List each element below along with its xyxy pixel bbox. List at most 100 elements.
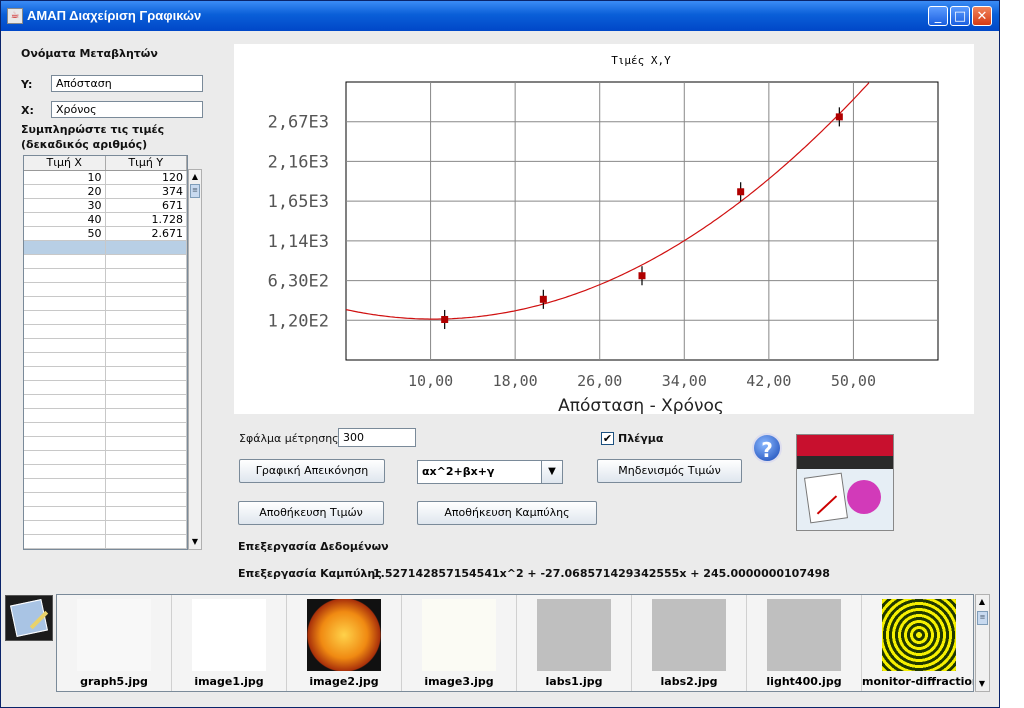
- table-row[interactable]: [24, 255, 187, 269]
- scroll-up-arrow-icon[interactable]: ▲: [189, 170, 201, 184]
- table-row[interactable]: [24, 297, 187, 311]
- table-row[interactable]: [24, 535, 187, 549]
- save-values-button[interactable]: Αποθήκευση Τιμών: [238, 501, 384, 525]
- title-bar[interactable]: ☕ AMAΠ Διαχείριση Γραφικών _ □ ✕: [1, 1, 999, 31]
- cell-x[interactable]: [24, 451, 106, 464]
- scroll-thumb[interactable]: ≡: [190, 184, 200, 198]
- cell-x[interactable]: [24, 423, 106, 436]
- grid-checkbox[interactable]: ✔: [601, 432, 614, 445]
- cell-y[interactable]: 1.728: [106, 213, 187, 226]
- cell-y[interactable]: [106, 325, 187, 338]
- cell-y[interactable]: [106, 535, 187, 548]
- cell-x[interactable]: 40: [24, 213, 106, 226]
- cell-y[interactable]: [106, 381, 187, 394]
- thumbnail-item[interactable]: labs1.jpg: [517, 595, 632, 691]
- cell-y[interactable]: [106, 269, 187, 282]
- table-row[interactable]: [24, 437, 187, 451]
- fit-type-select[interactable]: αx^2+βx+γ ▼: [417, 460, 563, 484]
- cell-x[interactable]: 30: [24, 199, 106, 212]
- table-scrollbar[interactable]: ▲ ≡ ▼: [188, 169, 202, 550]
- reset-values-button[interactable]: Μηδενισμός Τιμών: [597, 459, 742, 483]
- cell-x[interactable]: [24, 493, 106, 506]
- cell-x[interactable]: 10: [24, 171, 106, 184]
- thumbnail-image[interactable]: [537, 599, 611, 671]
- table-row[interactable]: 50 2.671: [24, 227, 187, 241]
- thumbnail-image[interactable]: [767, 599, 841, 671]
- table-row[interactable]: [24, 367, 187, 381]
- close-button[interactable]: ✕: [972, 6, 992, 26]
- table-row[interactable]: [24, 423, 187, 437]
- thumbnail-item[interactable]: monitor-diffraction...: [862, 595, 973, 691]
- table-row[interactable]: [24, 521, 187, 535]
- table-row[interactable]: [24, 381, 187, 395]
- cell-x[interactable]: [24, 297, 106, 310]
- cell-x[interactable]: [24, 269, 106, 282]
- table-row[interactable]: [24, 549, 187, 550]
- cell-x[interactable]: [24, 241, 106, 254]
- cell-y[interactable]: 671: [106, 199, 187, 212]
- table-row[interactable]: [24, 325, 187, 339]
- table-row[interactable]: [24, 241, 187, 255]
- cell-y[interactable]: [106, 339, 187, 352]
- cell-x[interactable]: [24, 381, 106, 394]
- thumbnail-image[interactable]: [882, 599, 956, 671]
- values-table[interactable]: Τιμή X Τιμή Y 10 120 20 374 30 671 40 1.728 50 2.…: [23, 155, 188, 550]
- cell-y[interactable]: 374: [106, 185, 187, 198]
- table-row[interactable]: 30 671: [24, 199, 187, 213]
- cell-y[interactable]: [106, 465, 187, 478]
- cell-y[interactable]: [106, 423, 187, 436]
- scroll-down-arrow-icon[interactable]: ▼: [976, 677, 988, 691]
- cell-x[interactable]: [24, 325, 106, 338]
- minimize-button[interactable]: _: [928, 6, 948, 26]
- maximize-button[interactable]: □: [950, 6, 970, 26]
- thumbnail-image[interactable]: [77, 599, 151, 671]
- cell-y[interactable]: [106, 409, 187, 422]
- table-row[interactable]: [24, 507, 187, 521]
- table-row[interactable]: [24, 311, 187, 325]
- cell-y[interactable]: [106, 241, 187, 254]
- plot-button[interactable]: Γραφική Απεικόνηση: [239, 459, 385, 483]
- x-variable-input[interactable]: Χρόνος: [51, 101, 203, 118]
- table-row[interactable]: [24, 339, 187, 353]
- cell-x[interactable]: [24, 479, 106, 492]
- cell-y[interactable]: [106, 437, 187, 450]
- thumbnail-item[interactable]: image2.jpg: [287, 595, 402, 691]
- table-row[interactable]: [24, 353, 187, 367]
- table-row[interactable]: [24, 493, 187, 507]
- table-row[interactable]: [24, 283, 187, 297]
- cell-x[interactable]: [24, 437, 106, 450]
- cell-y[interactable]: [106, 479, 187, 492]
- table-row[interactable]: [24, 451, 187, 465]
- cell-x[interactable]: [24, 311, 106, 324]
- cell-x[interactable]: [24, 283, 106, 296]
- cell-y[interactable]: [106, 493, 187, 506]
- help-icon[interactable]: ?: [752, 433, 782, 463]
- table-row[interactable]: [24, 479, 187, 493]
- table-row[interactable]: [24, 465, 187, 479]
- cell-y[interactable]: [106, 283, 187, 296]
- scroll-down-arrow-icon[interactable]: ▼: [189, 535, 201, 549]
- cell-y[interactable]: 120: [106, 171, 187, 184]
- thumbnail-image[interactable]: [307, 599, 381, 671]
- table-row[interactable]: [24, 395, 187, 409]
- chevron-down-icon[interactable]: ▼: [541, 461, 562, 483]
- thumbnail-item[interactable]: light400.jpg: [747, 595, 862, 691]
- thumbnail-item[interactable]: graph5.jpg: [57, 595, 172, 691]
- cell-x[interactable]: [24, 255, 106, 268]
- cell-x[interactable]: [24, 339, 106, 352]
- scroll-up-arrow-icon[interactable]: ▲: [976, 595, 988, 609]
- cell-y[interactable]: [106, 311, 187, 324]
- cell-x[interactable]: [24, 535, 106, 548]
- cell-y[interactable]: [106, 549, 188, 550]
- cell-y[interactable]: [106, 255, 187, 268]
- save-curve-button[interactable]: Αποθήκευση Καμπύλης: [417, 501, 597, 525]
- table-row[interactable]: [24, 269, 187, 283]
- cell-x[interactable]: [24, 395, 106, 408]
- image-editor-icon[interactable]: [5, 595, 53, 641]
- cell-y[interactable]: [106, 521, 187, 534]
- cell-x[interactable]: [24, 521, 106, 534]
- thumbnail-image[interactable]: [652, 599, 726, 671]
- cell-x[interactable]: [24, 549, 106, 550]
- cell-x[interactable]: [24, 353, 106, 366]
- cell-y[interactable]: [106, 507, 187, 520]
